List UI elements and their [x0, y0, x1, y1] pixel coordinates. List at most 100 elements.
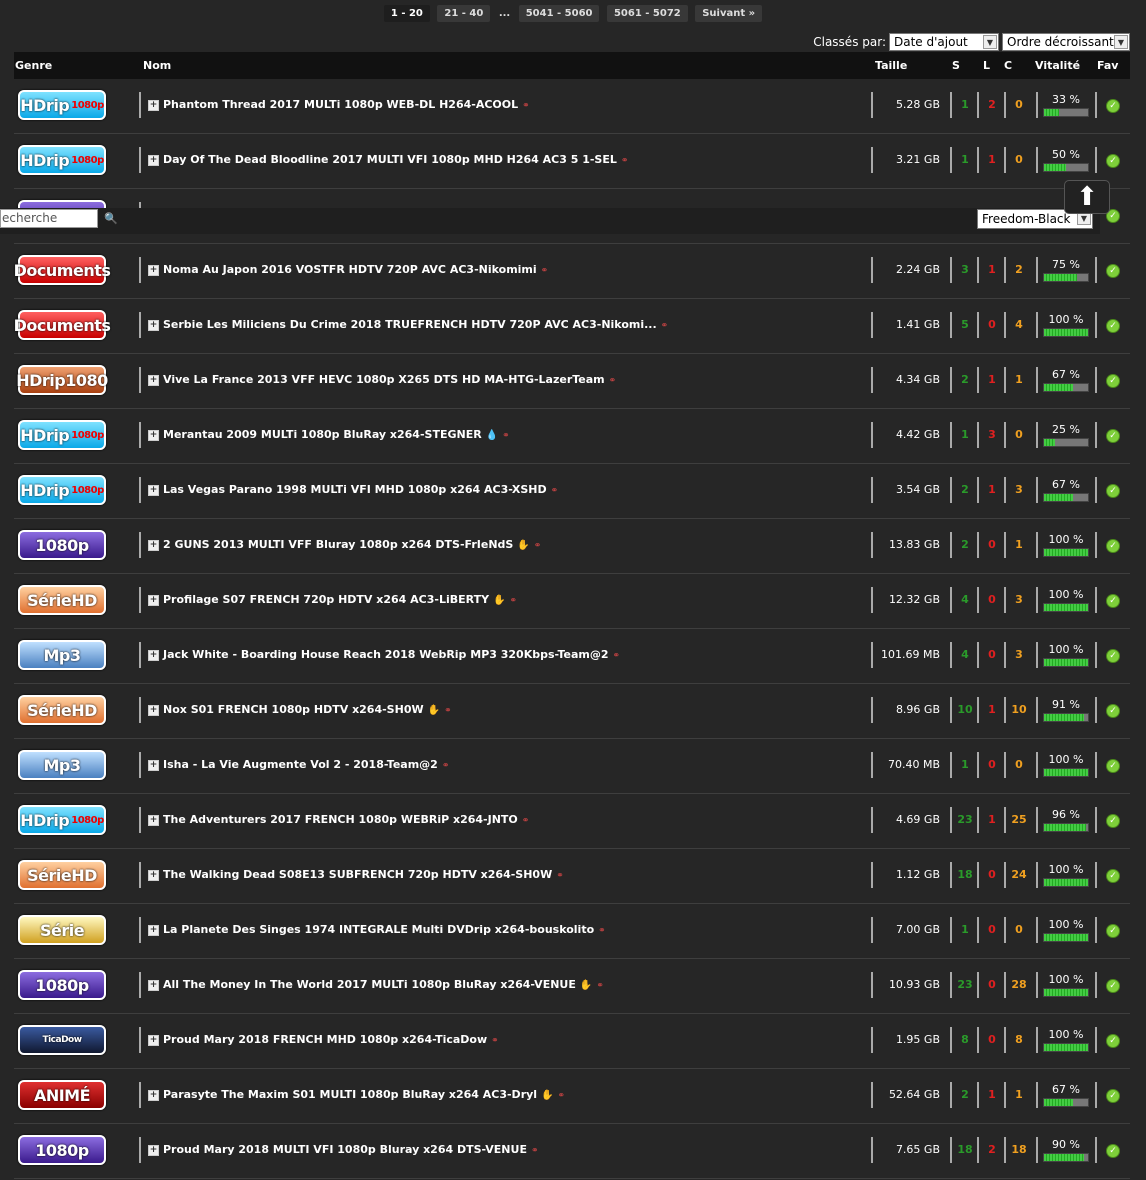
torrent-title[interactable]: Isha - La Vie Augmente Vol 2 - 2018-Team… [163, 758, 438, 771]
torrent-name[interactable]: Proud Mary 2018 FRENCH MHD 1080p x264-Ti… [163, 1033, 499, 1046]
search-icon[interactable]: 🔍 [104, 212, 118, 225]
favorite-check-icon[interactable]: ✓ [1106, 979, 1120, 993]
genre-badge[interactable]: HDrip 1080p [18, 420, 106, 450]
torrent-title[interactable]: Profilage S07 FRENCH 720p HDTV x264 AC3-… [163, 593, 489, 606]
favorite-check-icon[interactable]: ✓ [1106, 649, 1120, 663]
genre-badge[interactable]: SérieHD [18, 695, 106, 725]
link-icon[interactable]: ⚭ [444, 706, 452, 716]
genre-badge[interactable]: Mp3 [18, 640, 106, 670]
torrent-title[interactable]: Jack White - Boarding House Reach 2018 W… [163, 648, 609, 661]
link-icon[interactable]: ⚭ [531, 1146, 539, 1156]
expand-icon[interactable]: + [148, 1145, 159, 1156]
torrent-name[interactable]: The Walking Dead S08E13 SUBFRENCH 720p H… [163, 868, 564, 881]
link-icon[interactable]: ⚭ [522, 101, 530, 111]
genre-badge[interactable]: 1080p [18, 530, 106, 560]
torrent-name[interactable]: Nox S01 FRENCH 1080p HDTV x264-SH0W ✋ ⚭ [163, 703, 452, 716]
col-s[interactable]: S [952, 59, 960, 72]
link-icon[interactable]: ⚭ [661, 321, 669, 331]
torrent-title[interactable]: Noma Au Japon 2016 VOSTFR HDTV 720P AVC … [163, 263, 537, 276]
torrent-title[interactable]: Proud Mary 2018 MULTI VFI 1080p Bluray x… [163, 1143, 527, 1156]
torrent-name[interactable]: Parasyte The Maxim S01 MULTI 1080p BluRa… [163, 1088, 565, 1101]
favorite-check-icon[interactable]: ✓ [1106, 319, 1120, 333]
favorite-check-icon[interactable]: ✓ [1106, 484, 1120, 498]
favorite-check-icon[interactable]: ✓ [1106, 99, 1120, 113]
expand-icon[interactable]: + [148, 760, 159, 771]
torrent-name[interactable]: Day Of The Dead Bloodline 2017 MULTI VFI… [163, 153, 628, 166]
expand-icon[interactable]: + [148, 815, 159, 826]
link-icon[interactable]: ⚭ [502, 431, 510, 441]
genre-badge[interactable]: Documents [14, 310, 111, 340]
genre-badge[interactable]: HDrip 1080p [18, 475, 106, 505]
torrent-title[interactable]: Vive La France 2013 VFF HEVC 1080p X265 … [163, 373, 605, 386]
torrent-title[interactable]: Parasyte The Maxim S01 MULTI 1080p BluRa… [163, 1088, 537, 1101]
col-vitalite[interactable]: Vitalité [1035, 59, 1080, 72]
sort-by-select[interactable]: Date d'ajout ▼ [889, 33, 999, 51]
torrent-name[interactable]: Merantau 2009 MULTi 1080p BluRay x264-ST… [163, 428, 510, 441]
torrent-title[interactable]: The Walking Dead S08E13 SUBFRENCH 720p H… [163, 868, 552, 881]
expand-icon[interactable]: + [148, 705, 159, 716]
scroll-to-top-icon[interactable]: ⬆ [1064, 180, 1110, 214]
expand-icon[interactable]: + [148, 925, 159, 936]
expand-icon[interactable]: + [148, 375, 159, 386]
torrent-title[interactable]: All The Money In The World 2017 MULTi 10… [163, 978, 576, 991]
link-icon[interactable]: ⚭ [613, 651, 621, 661]
expand-icon[interactable]: + [148, 430, 159, 441]
col-genre[interactable]: Genre [15, 59, 52, 72]
page-1-20[interactable]: 1 - 20 [383, 5, 430, 22]
favorite-check-icon[interactable]: ✓ [1106, 374, 1120, 388]
torrent-name[interactable]: Serbie Les Miliciens Du Crime 2018 TRUEF… [163, 318, 668, 331]
genre-badge[interactable]: Mp3 [18, 750, 106, 780]
expand-icon[interactable]: + [148, 265, 159, 276]
sort-order-select[interactable]: Ordre décroissant ▼ [1002, 33, 1130, 51]
search-input[interactable]: echerche [0, 209, 98, 228]
favorite-check-icon[interactable]: ✓ [1106, 539, 1120, 553]
link-icon[interactable]: ⚭ [491, 1036, 499, 1046]
link-icon[interactable]: ⚭ [558, 1091, 566, 1101]
genre-badge[interactable]: 1080p [18, 1135, 106, 1165]
link-icon[interactable]: ⚭ [551, 486, 559, 496]
torrent-title[interactable]: Proud Mary 2018 FRENCH MHD 1080p x264-Ti… [163, 1033, 487, 1046]
link-icon[interactable]: ⚭ [596, 981, 604, 991]
expand-icon[interactable]: + [148, 100, 159, 111]
torrent-name[interactable]: Proud Mary 2018 MULTI VFI 1080p Bluray x… [163, 1143, 539, 1156]
page-5061-5072[interactable]: 5061 - 5072 [606, 5, 688, 22]
torrent-name[interactable]: La Planete Des Singes 1974 INTEGRALE Mul… [163, 923, 606, 936]
favorite-check-icon[interactable]: ✓ [1106, 759, 1120, 773]
torrent-name[interactable]: Phantom Thread 2017 MULTi 1080p WEB-DL H… [163, 98, 530, 111]
favorite-check-icon[interactable]: ✓ [1106, 704, 1120, 718]
link-icon[interactable]: ⚭ [609, 376, 617, 386]
torrent-title[interactable]: Phantom Thread 2017 MULTi 1080p WEB-DL H… [163, 98, 518, 111]
col-c[interactable]: C [1004, 59, 1012, 72]
favorite-check-icon[interactable]: ✓ [1106, 264, 1120, 278]
col-taille[interactable]: Taille [875, 59, 907, 72]
torrent-name[interactable]: Isha - La Vie Augmente Vol 2 - 2018-Team… [163, 758, 449, 771]
favorite-check-icon[interactable]: ✓ [1106, 429, 1120, 443]
link-icon[interactable]: ⚭ [621, 156, 629, 166]
col-l[interactable]: L [983, 59, 990, 72]
col-nom[interactable]: Nom [143, 59, 171, 72]
page-5041-5060[interactable]: 5041 - 5060 [518, 5, 600, 22]
favorite-check-icon[interactable]: ✓ [1106, 594, 1120, 608]
torrent-title[interactable]: Nox S01 FRENCH 1080p HDTV x264-SH0W [163, 703, 424, 716]
torrent-title[interactable]: La Planete Des Singes 1974 INTEGRALE Mul… [163, 923, 594, 936]
genre-badge[interactable]: 1080p [18, 970, 106, 1000]
link-icon[interactable]: ⚭ [556, 871, 564, 881]
page-21-40[interactable]: 21 - 40 [437, 5, 491, 22]
favorite-check-icon[interactable]: ✓ [1106, 1144, 1120, 1158]
favorite-check-icon[interactable]: ✓ [1106, 1089, 1120, 1103]
torrent-name[interactable]: Profilage S07 FRENCH 720p HDTV x264 AC3-… [163, 593, 517, 606]
genre-badge[interactable]: Documents [14, 255, 111, 285]
link-icon[interactable]: ⚭ [510, 596, 518, 606]
favorite-check-icon[interactable]: ✓ [1106, 924, 1120, 938]
torrent-name[interactable]: All The Money In The World 2017 MULTi 10… [163, 978, 604, 991]
genre-badge[interactable]: SérieHD [18, 585, 106, 615]
link-icon[interactable]: ⚭ [442, 761, 450, 771]
genre-badge[interactable]: HDrip 1080p [18, 805, 106, 835]
torrent-name[interactable]: 2 GUNS 2013 MULTI VFF Bluray 1080p x264 … [163, 538, 541, 551]
torrent-name[interactable]: Vive La France 2013 VFF HEVC 1080p X265 … [163, 373, 616, 386]
expand-icon[interactable]: + [148, 1035, 159, 1046]
torrent-title[interactable]: Las Vegas Parano 1998 MULTi VFI MHD 1080… [163, 483, 547, 496]
favorite-check-icon[interactable]: ✓ [1106, 154, 1120, 168]
favorite-check-icon[interactable]: ✓ [1106, 1034, 1120, 1048]
expand-icon[interactable]: + [148, 320, 159, 331]
